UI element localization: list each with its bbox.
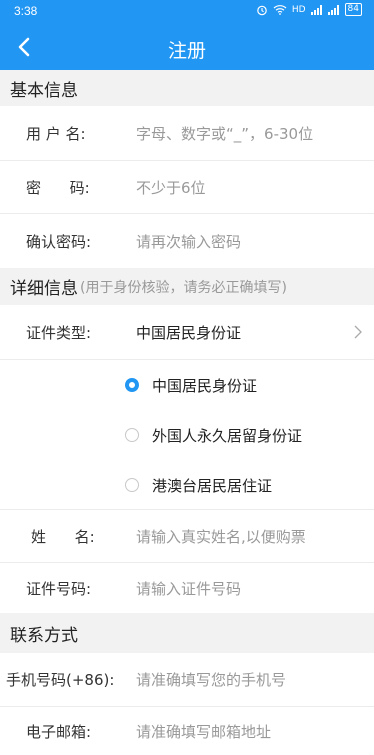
signal-icon <box>310 4 323 15</box>
phone-row: 手机号码(+86): 请准确填写您的手机号 <box>0 653 374 707</box>
email-label: 电子邮箱: <box>26 722 92 741</box>
section-contact: 联系方式 <box>0 613 374 653</box>
id-number-row: 证件号码: 请输入证件号码 <box>0 563 374 613</box>
id-type-row[interactable]: 证件类型: 中国居民身份证 <box>0 305 374 360</box>
network-label: HD <box>291 4 306 15</box>
battery-icon: 84 <box>344 3 362 16</box>
password-label: 密 码: <box>26 178 90 197</box>
password-row: 密 码: 不少于6位 <box>0 161 374 214</box>
username-input[interactable]: 字母、数字或“_”，6-30位 <box>136 106 313 160</box>
confirm-password-row: 确认密码: 请再次输入密码 <box>0 214 374 268</box>
app-header: 3:38 HD 84 注册 <box>0 0 374 70</box>
confirm-password-input[interactable]: 请再次输入密码 <box>136 214 241 268</box>
username-row: 用 户 名: 字母、数字或“_”，6-30位 <box>0 106 374 161</box>
email-row: 电子邮箱: 请准确填写邮箱地址 <box>0 707 374 755</box>
radio-button-selected[interactable] <box>125 378 139 392</box>
phone-label: 手机号码(+86): <box>6 671 115 689</box>
status-icons: HD 84 <box>256 3 362 16</box>
id-type-option-1[interactable]: 中国居民身份证 <box>0 360 374 410</box>
section-note: (用于身份核验，请务必正确填写) <box>80 279 287 296</box>
section-title: 基本信息 <box>10 80 78 101</box>
name-row: 姓 名: 请输入真实姓名,以便购票 <box>0 510 374 563</box>
id-type-option-3[interactable]: 港澳台居民居住证 <box>0 460 374 510</box>
id-type-label: 证件类型: <box>26 323 92 342</box>
nav-bar: 注册 <box>0 24 374 70</box>
name-label: 姓 名: <box>31 527 95 546</box>
section-detail-info: 详细信息 (用于身份核验，请务必正确填写) <box>0 268 374 305</box>
id-number-input[interactable]: 请输入证件号码 <box>136 563 241 613</box>
status-bar: 3:38 HD 84 <box>0 0 374 24</box>
status-time: 3:38 <box>14 4 38 18</box>
option-label: 外国人永久居留身份证 <box>152 426 303 445</box>
username-label: 用 户 名: <box>26 124 86 143</box>
password-input[interactable]: 不少于6位 <box>136 161 206 213</box>
chevron-right-icon <box>354 325 362 339</box>
confirm-password-label: 确认密码: <box>26 232 92 251</box>
id-type-option-2[interactable]: 外国人永久居留身份证 <box>0 410 374 460</box>
id-number-label: 证件号码: <box>26 579 92 598</box>
section-title: 详细信息 <box>10 279 78 299</box>
radio-button[interactable] <box>125 478 139 492</box>
id-type-value: 中国居民身份证 <box>136 323 242 342</box>
section-title: 联系方式 <box>10 625 78 646</box>
name-input[interactable]: 请输入真实姓名,以便购票 <box>136 510 306 562</box>
signal-icon-2 <box>327 4 340 15</box>
email-input[interactable]: 请准确填写邮箱地址 <box>136 707 271 755</box>
section-basic-info: 基本信息 <box>0 70 374 106</box>
phone-input[interactable]: 请准确填写您的手机号 <box>136 653 286 706</box>
wifi-icon <box>273 4 287 15</box>
page-title: 注册 <box>167 40 206 62</box>
alarm-icon <box>256 4 268 16</box>
radio-button[interactable] <box>125 428 139 442</box>
option-label: 港澳台居民居住证 <box>152 476 273 495</box>
option-label: 中国居民身份证 <box>152 376 258 395</box>
